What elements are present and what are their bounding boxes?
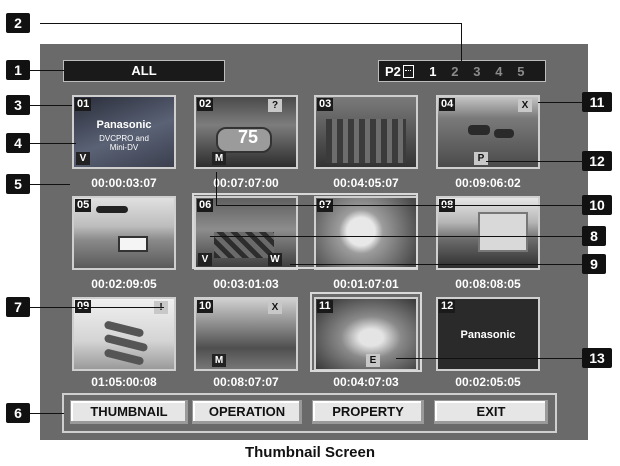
v-marker-badge: V [76,152,90,165]
callout-13: 13 [582,348,612,368]
view-mode-label: ALL [63,60,225,82]
callout-line [30,307,164,308]
callout-2: 2 [6,13,30,33]
callout-line [40,23,462,24]
callout-line [30,184,70,185]
exit-button[interactable]: EXIT [434,400,548,424]
timecode-03: 00:04:05:07 [333,176,399,190]
timecode-11: 00:04:07:03 [333,375,399,389]
callout-line [30,143,76,144]
card-slot-bar: P2 1 2 3 4 5 [378,60,546,82]
thumbnail-button[interactable]: THUMBNAIL [70,400,188,424]
callout-5: 5 [6,174,30,194]
operation-button[interactable]: OPERATION [192,400,302,424]
slot-1[interactable]: 1 [422,64,444,79]
thumbnail-01-title: Panasonic [96,119,152,131]
thumbnail-number: 04 [439,98,456,111]
timecode-09: 01:05:00:08 [91,375,157,389]
callout-line [461,23,462,61]
thumbnail-01-line3: Mini-DV [109,143,139,152]
thumbnail-03[interactable]: 03 [314,95,418,169]
timecode-01: 00:00:03:07 [91,176,157,190]
thumbnail-12-title: Panasonic [460,329,516,341]
callout-4: 4 [6,133,30,153]
callout-1: 1 [6,60,30,80]
callout-11: 11 [582,92,612,112]
timecode-06: 00:03:01:03 [213,277,279,291]
shot-mark-badge: M [212,152,226,165]
callout-line [486,161,582,162]
callout-line [30,413,64,414]
callout-line [30,105,72,106]
callout-12: 12 [582,151,612,171]
cursor-frame [310,292,422,372]
callout-7: 7 [6,297,30,317]
timecode-12: 00:02:05:05 [455,375,521,389]
callout-line [538,102,582,103]
timecode-02: 00:07:07:00 [213,176,279,190]
thumbnail-number: 03 [317,98,334,111]
slot-5[interactable]: 5 [510,64,532,79]
thumbnail-01[interactable]: Panasonic DVCPRO and Mini-DV 01 V [72,95,176,169]
card-type-label: P2 [385,63,401,79]
unknown-clip-badge: ? [268,99,282,112]
timecode-10: 00:08:07:07 [213,375,279,389]
timecode-05: 00:02:09:05 [91,277,157,291]
thumbnail-04[interactable]: 04 X P [436,95,540,169]
callout-line [396,358,582,359]
thumbnail-number: 12 [439,300,456,313]
slot-2[interactable]: 2 [444,64,466,79]
thumbnail-09[interactable]: 09 ! [72,297,176,371]
thumbnail-02[interactable]: 75 02 ? M [194,95,298,169]
thumbnail-10[interactable]: 10 X M [194,297,298,371]
timecode-08: 00:08:08:05 [455,277,521,291]
callout-9: 9 [582,254,606,274]
callout-10: 10 [582,195,612,215]
thumbnail-number: 01 [75,98,92,111]
thumbnail-08[interactable]: 08 [436,196,540,270]
car-number: 75 [238,127,259,147]
thumbnail-12[interactable]: Panasonic 12 [436,297,540,371]
slot-3[interactable]: 3 [466,64,488,79]
thumbnail-number: 05 [75,199,92,212]
thumbnail-05[interactable]: 05 [72,196,176,270]
figure-caption: Thumbnail Screen [244,444,376,461]
callout-8: 8 [582,226,606,246]
shot-mark-badge: M [212,354,226,367]
callout-line [290,264,582,265]
thumbnail-number: 10 [197,300,214,313]
memory-card-icon [402,64,414,78]
proxy-badge: P [474,152,488,165]
callout-6: 6 [6,403,30,423]
thumbnail-01-line2: DVCPRO and [99,134,149,143]
bad-clip-badge: X [518,99,532,112]
callout-line [216,172,217,206]
callout-3: 3 [6,95,30,115]
property-button[interactable]: PROPERTY [312,400,424,424]
timecode-04: 00:09:06:02 [455,176,521,190]
callout-line [30,70,64,71]
timecode-07: 00:01:07:01 [333,277,399,291]
thumbnail-number: 02 [197,98,214,111]
slot-4[interactable]: 4 [488,64,510,79]
callout-line [216,205,582,206]
callout-line [210,236,582,237]
bad-clip-badge: X [268,301,282,314]
